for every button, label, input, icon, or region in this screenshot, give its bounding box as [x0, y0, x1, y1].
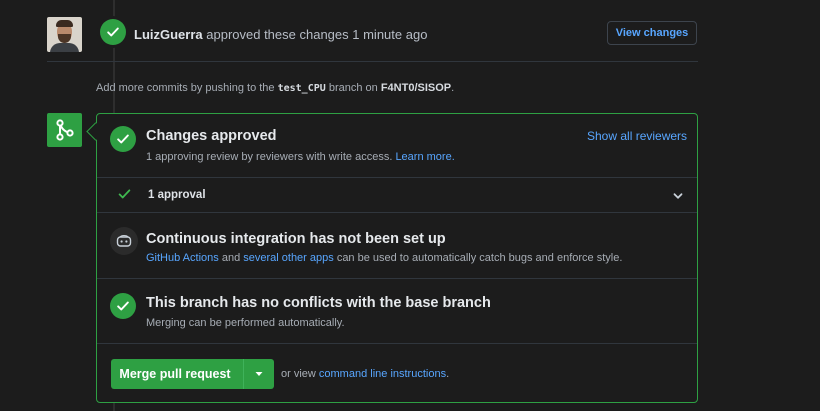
command-line-instructions-link[interactable]: command line instructions [319, 368, 446, 380]
triangle-down-icon[interactable] [243, 359, 274, 389]
check-circle-icon [100, 19, 126, 45]
review-action: approved these changes [206, 27, 349, 42]
or-view-text: or view [281, 368, 316, 380]
cli-period: . [446, 368, 450, 380]
show-all-reviewers-link[interactable]: Show all reviewers [587, 129, 687, 143]
ci-bot-icon [110, 227, 138, 255]
check-circle-icon [110, 293, 136, 319]
divider [97, 177, 697, 178]
ci-rest: can be used to automatically catch bugs … [336, 252, 623, 264]
github-actions-link[interactable]: GitHub Actions [146, 252, 219, 264]
divider [97, 278, 697, 279]
review-author-link[interactable]: LuizGuerra [134, 27, 203, 42]
divider [47, 61, 698, 62]
divider [97, 343, 697, 344]
merge-pull-request-button[interactable]: Merge pull request [111, 359, 274, 389]
view-changes-button[interactable]: View changes [607, 21, 697, 45]
commits-note-middle: branch on [328, 82, 378, 94]
commits-note: Add more commits by pushing to the test_… [96, 82, 454, 94]
ci-title: Continuous integration has not been set … [146, 231, 446, 247]
check-circle-icon [110, 126, 136, 152]
check-icon [118, 188, 131, 203]
avatar[interactable] [47, 17, 82, 52]
branch-name: test_CPU [277, 83, 326, 94]
commits-note-suffix: . [451, 82, 455, 94]
git-merge-icon [47, 113, 82, 147]
divider [97, 212, 697, 213]
commits-note-prefix: Add more commits by pushing to the [96, 82, 275, 94]
ci-and: and [221, 252, 241, 264]
changes-approved-text: 1 approving review by reviewers with wri… [146, 151, 393, 163]
changes-approved-title: Changes approved [146, 128, 277, 144]
learn-more-link[interactable]: Learn more. [395, 151, 454, 163]
repo-name: F4NT0/SISOP [380, 82, 452, 94]
no-conflicts-title: This branch has no conflicts with the ba… [146, 295, 491, 311]
approvals-count[interactable]: 1 approval [148, 189, 206, 201]
review-time[interactable]: 1 minute ago [352, 27, 427, 42]
chevron-down-icon[interactable] [672, 190, 684, 205]
other-apps-link[interactable]: several other apps [243, 252, 334, 264]
merge-button-label[interactable]: Merge pull request [111, 359, 243, 389]
changes-approved-subtitle: 1 approving review by reviewers with wri… [146, 151, 455, 163]
review-event-text: LuizGuerra approved these changes 1 minu… [134, 27, 427, 42]
no-conflicts-subtitle: Merging can be performed automatically. [146, 317, 345, 329]
ci-subtitle: GitHub Actions and several other apps ca… [146, 252, 622, 264]
view-cli-text: or view command line instructions. [281, 368, 449, 380]
